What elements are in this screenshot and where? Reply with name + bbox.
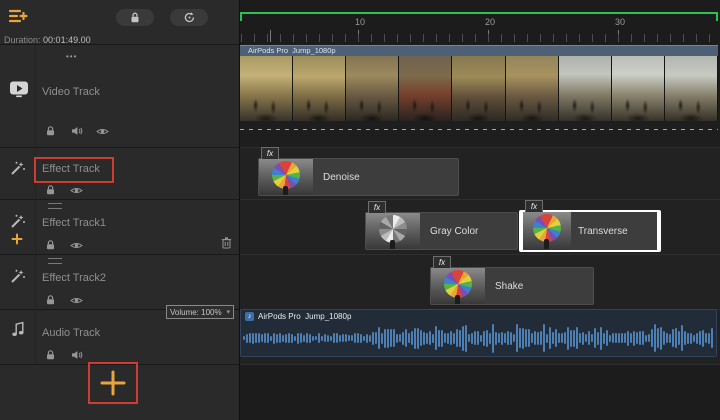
delete-track-icon[interactable] xyxy=(221,236,232,249)
video-track-header[interactable]: ••• Video Track xyxy=(0,45,240,148)
effect-track1-header[interactable]: Effect Track1 xyxy=(0,200,240,255)
effect-track1-name: Effect Track1 xyxy=(42,217,106,229)
ruler-mark: 10 xyxy=(350,17,370,27)
manage-tracks-icon[interactable] xyxy=(8,7,28,25)
audio-track-name: Audio Track xyxy=(42,327,100,339)
audio-track-icon xyxy=(11,321,26,338)
person-silhouette xyxy=(455,295,460,304)
audio-clip-title: AirPods Pro Jump_1080p xyxy=(258,312,351,321)
ruler-minor-ticks xyxy=(241,34,719,42)
umbrella-image xyxy=(272,161,300,189)
lock-icon[interactable] xyxy=(44,184,57,196)
effect-clip-label: Denoise xyxy=(323,172,360,183)
volume-value: Volume: 100% xyxy=(170,308,222,317)
effect-clip-shake[interactable]: fx Shake xyxy=(430,267,594,305)
timeline-panel: 10 20 30 Duration: 00:01: xyxy=(0,0,720,420)
volume-dropdown[interactable]: Volume: 100% ▾ xyxy=(166,305,234,319)
umbrella-image xyxy=(533,214,561,242)
track-drag-handle[interactable] xyxy=(48,203,62,209)
link-dashed-line xyxy=(240,129,718,130)
effect-thumbnail xyxy=(259,159,313,195)
video-track-name: Video Track xyxy=(42,86,100,98)
fx-badge: fx xyxy=(261,147,279,159)
range-bar xyxy=(240,12,718,14)
fx-badge: fx xyxy=(368,201,386,213)
video-track-icon xyxy=(9,80,29,98)
effect-clip-transverse[interactable]: fx Transverse xyxy=(519,210,661,252)
lock-all-button[interactable] xyxy=(116,9,154,26)
effect-track2-name: Effect Track2 xyxy=(42,272,106,284)
range-start-tick xyxy=(240,12,242,21)
effect-thumbnail xyxy=(523,212,571,250)
umbrella-image-gray xyxy=(379,215,407,243)
loop-rotate-button[interactable] xyxy=(170,9,208,26)
effect-thumbnail xyxy=(431,268,485,304)
chevron-down-icon: ▾ xyxy=(226,308,230,316)
range-end-tick xyxy=(716,12,718,21)
person-silhouette xyxy=(544,239,549,249)
add-effect-plus-icon[interactable] xyxy=(11,233,23,245)
duration-label: Duration: xyxy=(4,35,41,45)
effect-clip-label: Transverse xyxy=(578,226,628,237)
effect-track-icon xyxy=(9,160,26,177)
effect-track-icon xyxy=(9,268,26,285)
effect-clip-label: Shake xyxy=(495,281,523,292)
audio-waveform xyxy=(243,322,714,354)
panel-toolbar: Duration: 00:01:49.00 xyxy=(0,0,240,45)
add-track-button[interactable] xyxy=(100,370,126,396)
video-clip[interactable]: AirPods Pro Jump_1080p xyxy=(240,45,718,121)
video-clip-title: AirPods Pro Jump_1080p xyxy=(240,45,718,56)
panel-divider xyxy=(239,0,240,420)
ruler-mark: 20 xyxy=(480,17,500,27)
lock-icon[interactable] xyxy=(44,294,57,306)
video-filmstrip xyxy=(240,56,718,121)
lock-icon[interactable] xyxy=(44,125,57,137)
effect-clip-label: Gray Color xyxy=(430,226,478,237)
eye-icon[interactable] xyxy=(70,184,83,196)
lock-icon[interactable] xyxy=(44,239,57,251)
effect-track-icon xyxy=(9,213,26,230)
track-drag-handle[interactable] xyxy=(48,258,62,264)
rotate-icon xyxy=(183,11,196,24)
duration-display: Duration: 00:01:49.00 xyxy=(4,35,91,45)
fx-badge: fx xyxy=(525,200,543,212)
audio-track-header[interactable]: Volume: 100% ▾ Audio Track xyxy=(0,310,240,365)
effect-track2-header[interactable]: Effect Track2 xyxy=(0,255,240,310)
eye-icon[interactable] xyxy=(70,294,83,306)
speaker-icon[interactable] xyxy=(70,125,83,137)
person-silhouette xyxy=(283,186,288,195)
icon-column-divider xyxy=(35,45,36,365)
effect-thumbnail xyxy=(366,213,420,249)
umbrella-image xyxy=(444,270,472,298)
audio-clip-icon: ♪ xyxy=(245,312,254,321)
duration-value: 00:01:49.00 xyxy=(43,35,91,45)
audio-clip[interactable]: ♪ AirPods Pro Jump_1080p xyxy=(240,309,717,357)
fx-badge: fx xyxy=(433,256,451,268)
lock-icon[interactable] xyxy=(44,349,57,361)
ruler-mark: 30 xyxy=(610,17,630,27)
speaker-icon[interactable] xyxy=(70,349,83,361)
person-silhouette xyxy=(390,240,395,249)
lock-icon xyxy=(130,12,140,23)
eye-icon[interactable] xyxy=(96,125,109,137)
annotation-box-effect-track xyxy=(34,157,114,183)
video-track-menu[interactable]: ••• xyxy=(66,52,77,61)
eye-icon[interactable] xyxy=(70,239,83,251)
effect-clip-gray-color[interactable]: fx Gray Color xyxy=(365,212,518,250)
effect-clip-denoise[interactable]: fx Denoise xyxy=(258,158,459,196)
